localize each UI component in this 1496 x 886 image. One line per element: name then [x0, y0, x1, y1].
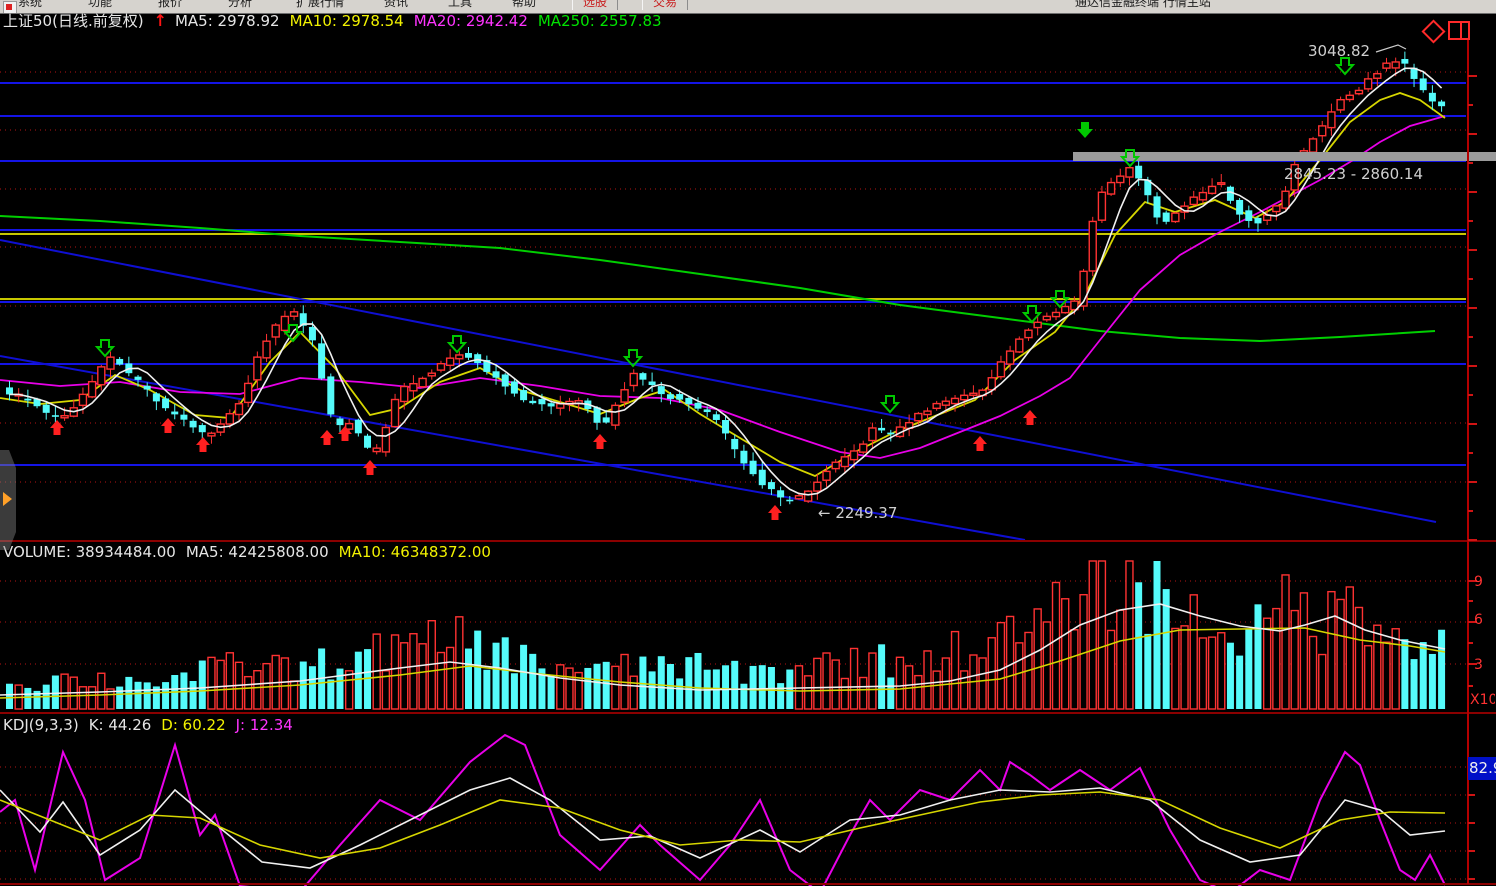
window-split-line [1460, 23, 1462, 38]
kdj-grid [0, 767, 1466, 879]
ma5-value: MA5: 2978.92 [175, 12, 280, 30]
chart-canvas[interactable] [0, 0, 1496, 886]
window-layout-icon[interactable] [1448, 21, 1470, 40]
volume-value: VOLUME: 38934484.00 [3, 543, 176, 561]
gap-range-label: 2845.23 - 2860.14 [1284, 165, 1423, 183]
high-price-label: 3048.82 [1308, 42, 1370, 60]
price-levels [0, 83, 1466, 465]
volume-panel-header: VOLUME: 38934484.00 MA5: 42425808.00 MA10:… [3, 543, 501, 561]
kdj-axis-value-badge: 82.9 [1468, 757, 1496, 780]
ma10-line [0, 93, 1445, 476]
up-arrow-icon: ↑ [154, 11, 167, 30]
kdj-k-value: K: 44.26 [89, 716, 152, 734]
trading-app-window: 通达信金融终端 行情主站 系统功能报价分析扩展行情资讯工具帮助选股交易 上证50… [0, 0, 1496, 886]
ma20-line [0, 116, 1445, 458]
expand-arrow-icon [3, 492, 12, 506]
low-price-label: ← 2249.37 [818, 504, 897, 522]
candles [6, 52, 1445, 506]
volume-axis-tick-3: 3 [1474, 657, 1483, 673]
price-grid [0, 72, 1466, 482]
kdj-panel-header: KDJ(9,3,3) K: 44.26 D: 60.22 J: 12.34 [3, 716, 303, 734]
ma20-value: MA20: 2942.42 [414, 12, 528, 30]
volume-axis-tick-9: 9 [1474, 574, 1483, 590]
trendlines [0, 240, 1436, 540]
kdj-j-line [0, 735, 1445, 886]
kdj-j-value: J: 12.34 [236, 716, 293, 734]
high-pointer-line [1376, 45, 1406, 52]
volume-ma10-value: MA10: 46348372.00 [339, 543, 491, 561]
volume-ma5-value: MA5: 42425808.00 [186, 543, 329, 561]
left-arrow-icon: ← [818, 504, 831, 522]
kdj-name: KDJ(9,3,3) [3, 716, 79, 734]
price-panel-header: 上证50(日线.前复权) ↑ MA5: 2978.92 MA10: 2978.54 MA… [3, 12, 672, 30]
ma250-value: MA250: 2557.83 [538, 12, 662, 30]
volume-axis-tick-6: 6 [1474, 612, 1483, 628]
chart-title: 上证50(日线.前复权) [3, 12, 144, 30]
kdj-d-value: D: 60.22 [161, 716, 225, 734]
panel-expand-handle[interactable] [0, 450, 16, 550]
volume-axis-multiplier: X10 [1470, 692, 1495, 708]
ma10-value: MA10: 2978.54 [290, 12, 404, 30]
